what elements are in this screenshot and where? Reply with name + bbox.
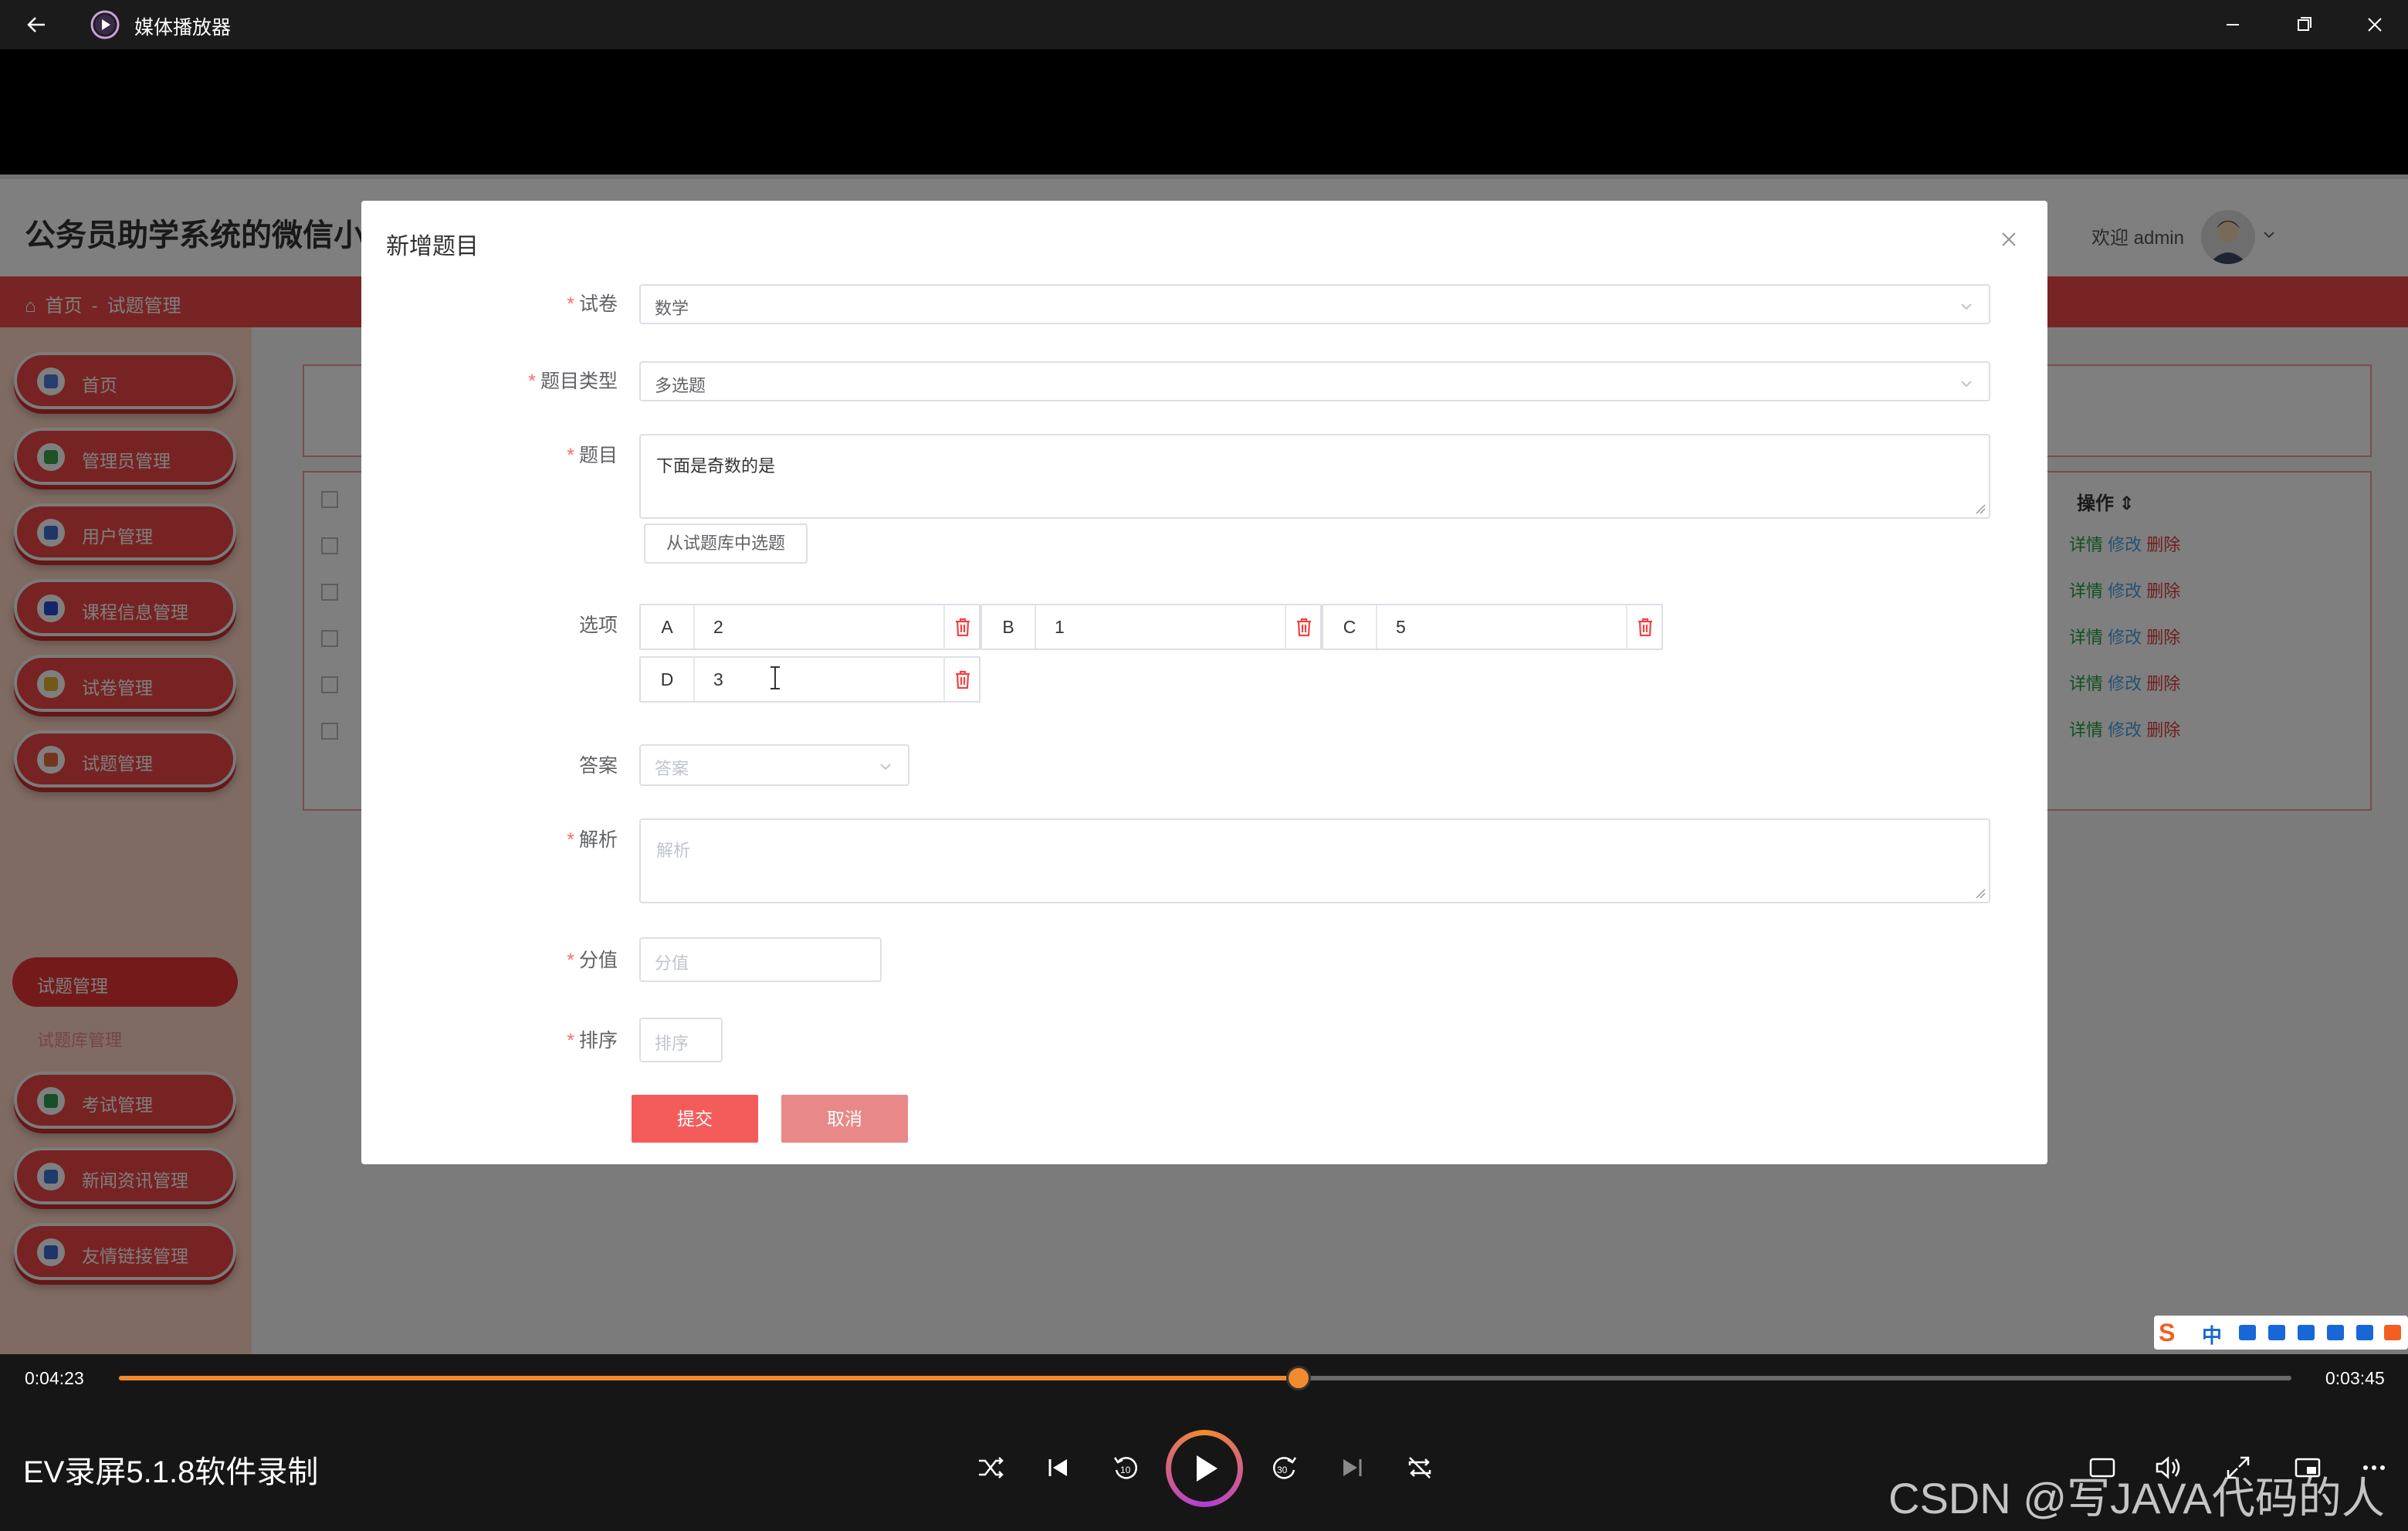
resize-handle-icon[interactable] [1975,888,1986,899]
media-player-app-icon [90,10,120,39]
text-cursor-icon [770,666,780,689]
question-type-value: 多选题 [655,376,706,395]
svg-text:10: 10 [1120,1465,1131,1475]
analysis-textarea[interactable]: 解析 [639,818,1990,903]
elapsed-time: 0:04:23 [25,1368,84,1388]
window-title: 媒体播放器 [134,17,232,39]
window-titlebar: 媒体播放器 [0,0,2408,49]
delete-option-button[interactable] [943,658,979,701]
remaining-time: 0:03:45 [2325,1368,2385,1388]
order-input[interactable]: 排序 [639,1018,723,1062]
keyboard-icon[interactable] [2298,1325,2315,1340]
seek-bar[interactable] [119,1366,2291,1390]
seek-bar-handle[interactable] [1286,1366,1311,1390]
forward-30-icon[interactable]: 30 [1266,1450,1302,1485]
option-letter: A [641,605,695,649]
answer-label: 答案 [578,755,618,777]
trash-icon [1638,618,1652,637]
option-value: 2 [713,617,723,637]
analysis-placeholder: 解析 [656,841,691,860]
ime-language-toggle[interactable]: 中 [2202,1320,2222,1349]
shuffle-icon[interactable] [973,1450,1008,1485]
option-a-field[interactable]: A 2 [639,604,980,650]
score-input[interactable]: 分值 [639,937,882,982]
order-placeholder: 排序 [655,1034,689,1053]
chevron-down-icon [1961,381,1972,388]
order-label: * 排序 [567,1030,618,1052]
play-button-inner [1171,1435,1238,1502]
paper-select-value: 数学 [655,299,689,318]
delete-option-button[interactable] [1285,605,1320,649]
chevron-down-icon [880,764,891,771]
trash-icon [956,670,970,689]
paper-select[interactable]: 数学 [639,284,1990,324]
trash-icon [956,618,970,637]
option-value: 1 [1055,617,1065,637]
question-type-label: * 题目类型 [528,371,618,392]
screen: 媒体播放器 公务员助学系统的微信小 欢迎 admin ⌂首页-试题管理 首页 管… [0,0,2408,1531]
dialog-title: 新增题目 [386,234,479,259]
play-button[interactable] [1166,1430,1243,1507]
close-window-icon[interactable] [2344,6,2406,43]
score-placeholder: 分值 [655,953,689,973]
back-arrow-icon[interactable] [22,9,52,40]
next-icon[interactable] [1334,1450,1370,1485]
ime-mascot-icon [2384,1325,2401,1340]
delete-option-button[interactable] [1626,605,1661,649]
previous-icon[interactable] [1041,1450,1076,1485]
repeat-off-icon[interactable] [1402,1450,1438,1485]
delete-option-button[interactable] [943,605,979,649]
question-text: 下面是奇数的是 [656,456,776,476]
chevron-down-icon [1961,303,1972,310]
rewind-10-icon[interactable]: 10 [1109,1450,1144,1485]
option-letter: C [1323,605,1377,649]
play-icon [1197,1455,1218,1482]
option-letter: D [641,658,695,701]
options-label: 选项 [578,615,618,636]
answer-select[interactable]: 答案 [639,744,909,786]
minimize-icon[interactable] [2202,6,2264,43]
microphone-icon[interactable] [2268,1325,2285,1340]
option-value: 5 [1396,617,1406,637]
seek-bar-fill [119,1376,1299,1380]
option-value: 3 [713,669,723,689]
resize-handle-icon[interactable] [1975,503,1986,514]
answer-placeholder: 答案 [655,759,689,778]
cancel-button[interactable]: 取消 [781,1095,908,1143]
option-c-field[interactable]: C 5 [1322,604,1663,650]
csdn-watermark: CSDN @写JAVA代码的人 [1888,1474,2385,1523]
close-icon[interactable] [1998,229,2020,250]
restore-icon[interactable] [2273,6,2335,43]
question-textarea[interactable]: 下面是奇数的是 [639,434,1990,519]
paper-label: * 试卷 [567,293,618,315]
question-type-select[interactable]: 多选题 [639,361,1990,401]
score-label: * 分值 [567,950,618,971]
pick-from-bank-button[interactable]: 从试题库中选题 [644,523,808,564]
svg-text:30: 30 [1277,1465,1288,1475]
trash-icon [1297,618,1311,637]
analysis-label: * 解析 [567,829,618,851]
ime-toolbar[interactable]: S 中 [2154,1316,2408,1350]
option-letter: B [982,605,1036,649]
toolbox-icon[interactable] [2356,1325,2373,1340]
add-question-dialog: 新增题目 * 试卷 数学 * 题目类型 多选题 * 题目 下面是奇数的是 从试题库中选… [361,201,2047,1164]
option-b-field[interactable]: B 1 [980,604,1322,650]
option-d-field[interactable]: D 3 [639,656,980,703]
video-title: EV录屏5.1.8软件录制 [23,1455,319,1489]
submit-button[interactable]: 提交 [632,1095,758,1143]
skin-icon[interactable] [2327,1325,2344,1340]
punctuation-icon[interactable] [2239,1325,2256,1340]
sogou-logo-icon: S [2159,1319,2176,1346]
question-label: * 题目 [567,445,618,466]
